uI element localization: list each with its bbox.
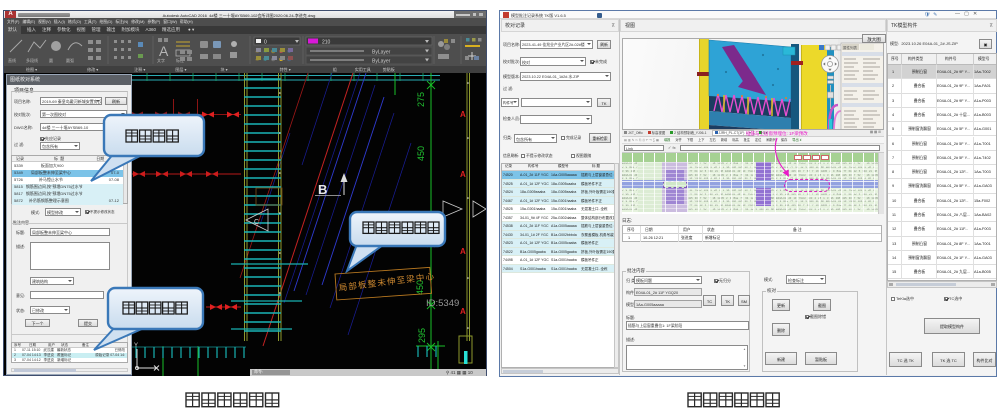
svg-text:B: B xyxy=(318,182,327,197)
svg-text:直线: 直线 xyxy=(8,57,16,63)
svg-text:圆弧: 圆弧 xyxy=(66,57,74,63)
svg-text:295: 295 xyxy=(417,328,427,343)
svg-text:文字: 文字 xyxy=(157,57,165,63)
svg-text:A: A xyxy=(460,247,466,256)
svg-text:A: A xyxy=(460,110,466,119)
svg-text:多段线: 多段线 xyxy=(26,57,38,63)
svg-text:275: 275 xyxy=(416,92,426,107)
svg-text:A: A xyxy=(159,43,169,59)
svg-text:C: C xyxy=(254,219,259,226)
svg-text:Y: Y xyxy=(134,343,138,349)
svg-text:0: 0 xyxy=(264,40,267,46)
svg-text:450: 450 xyxy=(416,146,426,161)
svg-text:210: 210 xyxy=(322,40,331,46)
svg-text:A: A xyxy=(460,307,466,316)
svg-text:A: A xyxy=(460,170,466,179)
svg-text:圆: 圆 xyxy=(49,58,53,63)
svg-text:ByLayer: ByLayer xyxy=(372,50,391,56)
svg-text:属性列表: 属性列表 xyxy=(843,45,857,50)
svg-text:ID:5349: ID:5349 xyxy=(426,298,459,309)
svg-text:ByLayer: ByLayer xyxy=(372,59,391,65)
